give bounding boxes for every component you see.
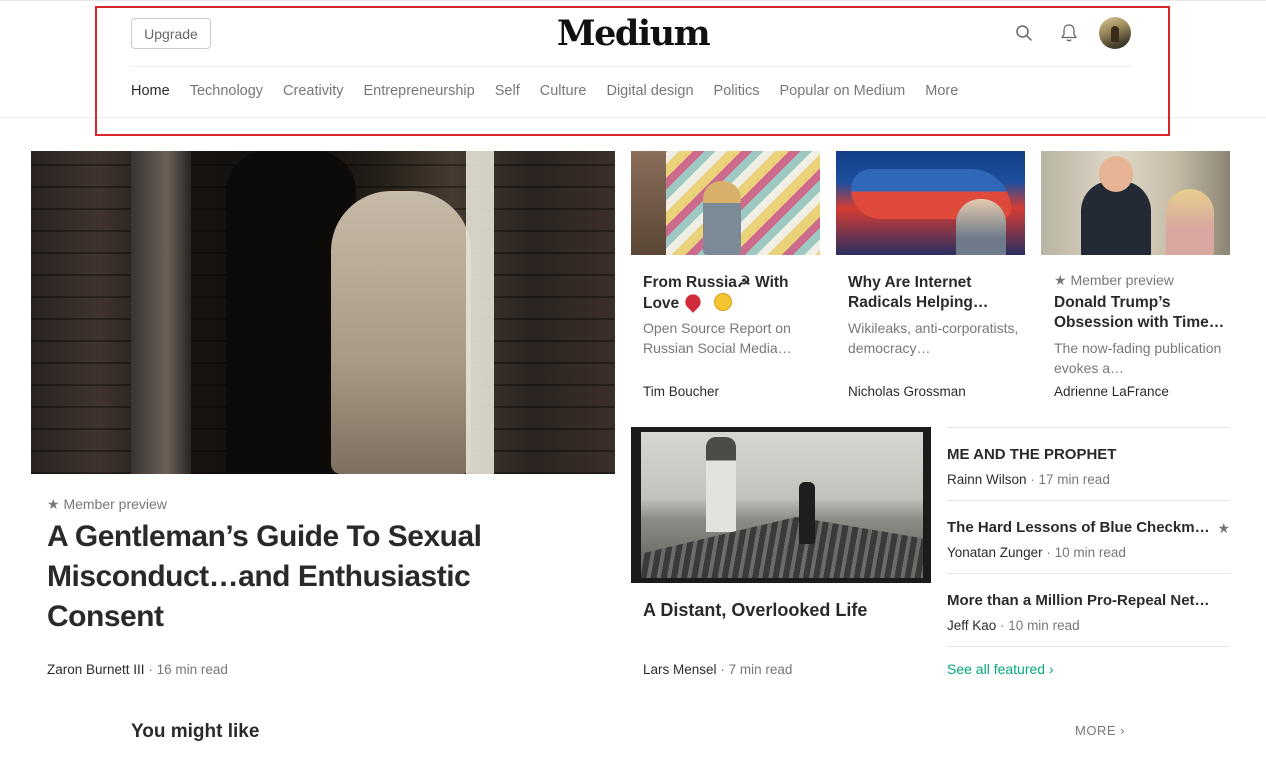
card-author-trump[interactable]: Adrienne LaFrance <box>1054 384 1169 399</box>
distant-author-line: Lars Mensel · 7 min read <box>643 662 793 677</box>
list-item[interactable]: ME AND THE PROPHET Rainn Wilson · 17 min… <box>947 445 1230 487</box>
side-divider <box>947 646 1230 647</box>
side-title[interactable]: The Hard Lessons of Blue Checkma… <box>947 518 1212 538</box>
card-author-radicals[interactable]: Nicholas Grossman <box>848 384 966 399</box>
hero-read-time: 16 min read <box>156 662 228 677</box>
card-image-suit <box>1081 181 1151 255</box>
card-desc-russia: Open Source Report on Russian Social Med… <box>643 320 792 356</box>
card-image-trump[interactable] <box>1041 151 1230 255</box>
side-author[interactable]: Yonatan Zunger <box>947 545 1043 560</box>
card-image-person <box>703 181 741 255</box>
hero-image-window <box>466 151 494 474</box>
card-image-shelf <box>631 151 666 255</box>
see-all-featured-link[interactable]: See all featured › <box>947 661 1054 677</box>
side-read-time: 17 min read <box>1038 472 1110 487</box>
side-meta: Yonatan Zunger · 10 min read <box>947 545 1126 560</box>
top-rule <box>0 0 1266 1</box>
distant-author[interactable]: Lars Mensel <box>643 662 717 677</box>
card-image-tower <box>706 437 736 532</box>
header-highlight-box <box>95 6 1170 136</box>
card-title-russia-line2: Love <box>643 295 680 312</box>
side-title[interactable]: More than a Million Pro-Repeal Net N… <box>947 591 1212 611</box>
card-image-face <box>956 199 1006 255</box>
hero-image-dress <box>331 191 471 474</box>
card-title-russia[interactable]: From Russia☭ With Love <box>643 273 818 314</box>
card-image-radicals[interactable] <box>836 151 1025 255</box>
card-image-russia[interactable] <box>631 151 820 255</box>
member-star-icon: ★ <box>1217 520 1230 536</box>
card-desc-radicals: Wikileaks, anti-corporatists, democracy… <box>848 320 1019 356</box>
side-divider <box>947 427 1230 428</box>
side-title[interactable]: ME AND THE PROPHET <box>947 445 1212 465</box>
side-read-time: 10 min read <box>1008 618 1080 633</box>
card-image-distant[interactable] <box>631 427 931 583</box>
card-image-man <box>799 482 815 544</box>
card-author-russia[interactable]: Tim Boucher <box>643 384 719 399</box>
broken-heart-icon <box>681 291 704 313</box>
hero-author-line: Zaron Burnett III · 16 min read <box>47 662 228 677</box>
distant-read-time: 7 min read <box>728 662 793 677</box>
frowning-face-icon <box>713 293 732 311</box>
hero-title[interactable]: A Gentleman’s Guide To Sexual Misconduct… <box>47 517 507 637</box>
card-member-preview: ★ Member preview <box>1054 272 1174 288</box>
card-desc-trump: The now-fading publication evokes a… <box>1054 340 1222 376</box>
section-title-you-might-like: You might like <box>131 721 260 742</box>
list-item[interactable]: More than a Million Pro-Repeal Net N… Je… <box>947 591 1230 633</box>
hero-image[interactable] <box>31 151 615 474</box>
card-title-distant[interactable]: A Distant, Overlooked Life <box>643 598 867 622</box>
card-image-head <box>1099 156 1133 192</box>
hero-member-preview: ★ Member preview <box>47 496 167 512</box>
card-image-woman <box>1166 189 1214 255</box>
side-meta: Jeff Kao · 10 min read <box>947 618 1080 633</box>
card-title-radicals[interactable]: Why Are Internet Radicals Helping… <box>848 273 1023 313</box>
side-divider <box>947 573 1230 574</box>
hero-image-door <box>131 151 191 474</box>
side-meta: Rainn Wilson · 17 min read <box>947 472 1110 487</box>
card-title-russia-line1: From Russia☭ With <box>643 274 789 291</box>
side-read-time: 10 min read <box>1054 545 1126 560</box>
card-title-trump[interactable]: Donald Trump’s Obsession with Time… <box>1054 293 1229 333</box>
more-link[interactable]: MORE › <box>1075 723 1125 738</box>
side-author[interactable]: Jeff Kao <box>947 618 996 633</box>
side-divider <box>947 500 1230 501</box>
list-item[interactable]: The Hard Lessons of Blue Checkma… ★ Yona… <box>947 518 1230 560</box>
hero-author[interactable]: Zaron Burnett III <box>47 662 145 677</box>
side-author[interactable]: Rainn Wilson <box>947 472 1027 487</box>
